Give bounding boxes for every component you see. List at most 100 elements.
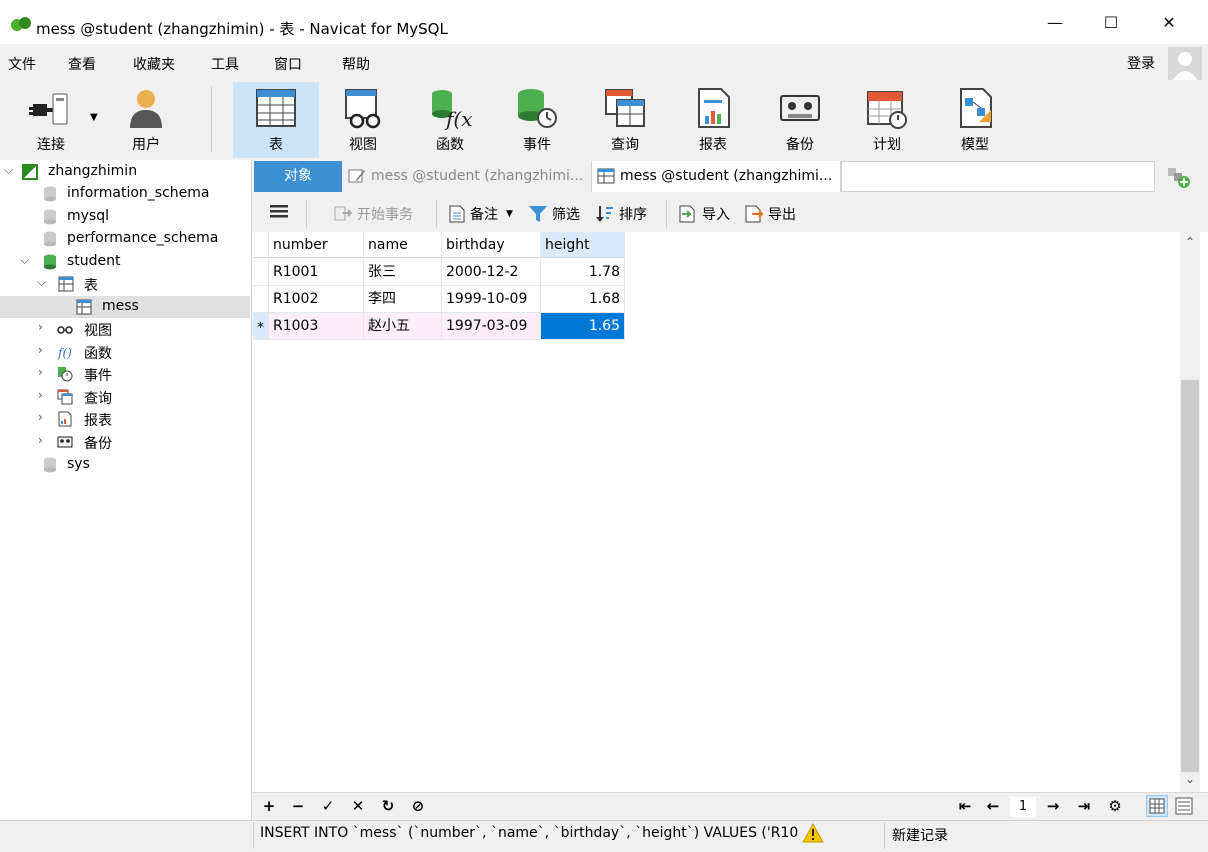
chevron-right-icon[interactable]: › (38, 433, 43, 447)
table-button[interactable]: 表 (233, 82, 319, 158)
previous-record-button[interactable]: ← (982, 796, 1004, 816)
model-button[interactable]: 模型 (932, 82, 1018, 158)
table-cell-selected[interactable]: 1.65 (541, 313, 625, 340)
export-button[interactable]: 导出 (744, 204, 796, 224)
connect-dropdown-icon[interactable]: ▼ (90, 112, 98, 123)
tree-db-information-schema[interactable]: information_schema (0, 183, 250, 205)
column-header-height[interactable]: height (541, 232, 625, 258)
tree-queries-folder[interactable]: › 查询 (0, 386, 250, 408)
table-cell[interactable]: 1999-10-09 (442, 286, 541, 313)
table-cell[interactable]: 1.68 (541, 286, 625, 313)
settings-button[interactable]: ⚙ (1104, 796, 1126, 816)
stop-button[interactable]: ⊘ (407, 796, 429, 816)
query-button[interactable]: 查询 (582, 82, 668, 158)
tree-backups-folder[interactable]: › 备份 (0, 431, 250, 453)
tree-db-student[interactable]: ⌵ student (0, 251, 250, 273)
table-cell[interactable]: 2000-12-2 (442, 259, 541, 286)
tree-table-mess[interactable]: mess (0, 296, 250, 318)
maximize-button[interactable]: ☐ (1082, 0, 1140, 44)
tree-tables-folder[interactable]: ⌵ 表 (0, 273, 250, 295)
chevron-down-icon[interactable]: ⌵ (4, 163, 13, 178)
backup-button[interactable]: 备份 (757, 82, 843, 158)
apply-changes-button[interactable]: ✓ (317, 796, 339, 816)
begin-transaction-label: 开始事务 (357, 207, 413, 223)
tab-table-design[interactable]: mess @student (zhangzhimi... (343, 161, 592, 192)
table-cell[interactable]: 1.78 (541, 259, 625, 286)
column-header-name[interactable]: name (364, 232, 442, 258)
table-cell[interactable]: R1001 (269, 259, 364, 286)
user-button[interactable]: 用户 (103, 82, 189, 158)
tree-db-sys[interactable]: sys (0, 454, 250, 476)
chevron-right-icon[interactable]: › (38, 320, 43, 334)
chevron-down-icon[interactable]: ⌵ (20, 253, 29, 268)
column-header-birthday[interactable]: birthday (442, 232, 541, 258)
table-cell[interactable]: R1003 (269, 313, 364, 340)
avatar[interactable] (1168, 47, 1202, 81)
menu-file[interactable]: 文件 (8, 54, 36, 74)
close-button[interactable]: ✕ (1140, 0, 1198, 44)
table-cell[interactable]: 李四 (364, 286, 442, 313)
scrollbar-thumb[interactable] (1181, 380, 1199, 772)
minimize-button[interactable]: — (1026, 0, 1084, 44)
menu-window[interactable]: 窗口 (274, 54, 302, 74)
chevron-right-icon[interactable]: › (38, 365, 43, 379)
login-link[interactable]: 登录 (1127, 53, 1155, 73)
grid-view-button[interactable] (1146, 795, 1168, 817)
report-button[interactable]: 报表 (670, 82, 756, 158)
form-view-button[interactable] (1173, 795, 1195, 817)
last-record-button[interactable]: ⇥ (1073, 796, 1095, 816)
menu-view[interactable]: 查看 (68, 54, 96, 74)
backup-icon (57, 436, 73, 448)
warning-icon[interactable] (802, 823, 824, 843)
chevron-down-icon[interactable]: ⌵ (37, 275, 46, 290)
tree-functions-folder[interactable]: › f() 函数 (0, 341, 250, 363)
toolbar-divider (306, 200, 307, 228)
view-button[interactable]: 视图 (320, 82, 406, 158)
chevron-right-icon[interactable]: › (38, 343, 43, 357)
event-button[interactable]: 事件 (494, 82, 580, 158)
scroll-up-icon[interactable]: ⌃ (1182, 235, 1198, 251)
grid-view-icon (1149, 798, 1165, 814)
table-cell[interactable]: 1997-03-09 (442, 313, 541, 340)
table-cell[interactable]: 张三 (364, 259, 442, 286)
tree-views-folder[interactable]: › 视图 (0, 318, 250, 340)
menu-tools[interactable]: 工具 (211, 54, 239, 74)
chevron-right-icon[interactable]: › (38, 388, 43, 402)
tab-objects[interactable]: 对象 (254, 161, 342, 192)
function-button[interactable]: f(x) 函数 (407, 82, 493, 158)
refresh-button[interactable]: ↻ (377, 796, 399, 816)
memo-button[interactable]: 备注 ▼ (448, 204, 513, 224)
next-record-button[interactable]: → (1042, 796, 1064, 816)
menu-help[interactable]: 帮助 (342, 54, 370, 74)
current-row-marker[interactable]: * (253, 313, 269, 340)
menu-favorites[interactable]: 收藏夹 (133, 54, 175, 74)
add-record-button[interactable]: + (258, 796, 280, 816)
tab-search-area[interactable] (841, 161, 1155, 192)
discard-changes-button[interactable]: ✕ (347, 796, 369, 816)
memo-dropdown-icon[interactable]: ▼ (506, 209, 513, 219)
row-selector[interactable] (253, 259, 269, 286)
tree-reports-folder[interactable]: › 报表 (0, 408, 250, 430)
column-header-number[interactable]: number (269, 232, 364, 258)
delete-record-button[interactable]: − (287, 796, 309, 816)
tree-events-folder[interactable]: › 事件 (0, 363, 250, 385)
connect-button[interactable]: 连接 (8, 82, 94, 158)
chevron-right-icon[interactable]: › (38, 410, 43, 424)
tab-table-data[interactable]: mess @student (zhangzhimi... (592, 161, 841, 192)
filter-button[interactable]: 筛选 (528, 204, 580, 224)
import-button[interactable]: 导入 (678, 204, 730, 224)
first-record-button[interactable]: ⇤ (954, 796, 976, 816)
schedule-button[interactable]: 计划 (844, 82, 930, 158)
scroll-down-icon[interactable]: ⌄ (1182, 772, 1198, 788)
sort-button[interactable]: 排序 (595, 204, 647, 224)
hamburger-menu-button[interactable] (270, 203, 288, 219)
table-cell[interactable]: 赵小五 (364, 313, 442, 340)
table-cell[interactable]: R1002 (269, 286, 364, 313)
tree-db-mysql[interactable]: mysql (0, 206, 250, 228)
tree-connection-zhangzhimin[interactable]: ⌵ zhangzhimin (0, 161, 250, 183)
row-selector[interactable] (253, 286, 269, 313)
page-number-field[interactable]: 1 (1010, 797, 1036, 817)
tree-db-performance-schema[interactable]: performance_schema (0, 228, 250, 250)
begin-transaction-button[interactable]: 开始事务 (333, 204, 413, 224)
add-object-icon[interactable] (1160, 163, 1196, 191)
